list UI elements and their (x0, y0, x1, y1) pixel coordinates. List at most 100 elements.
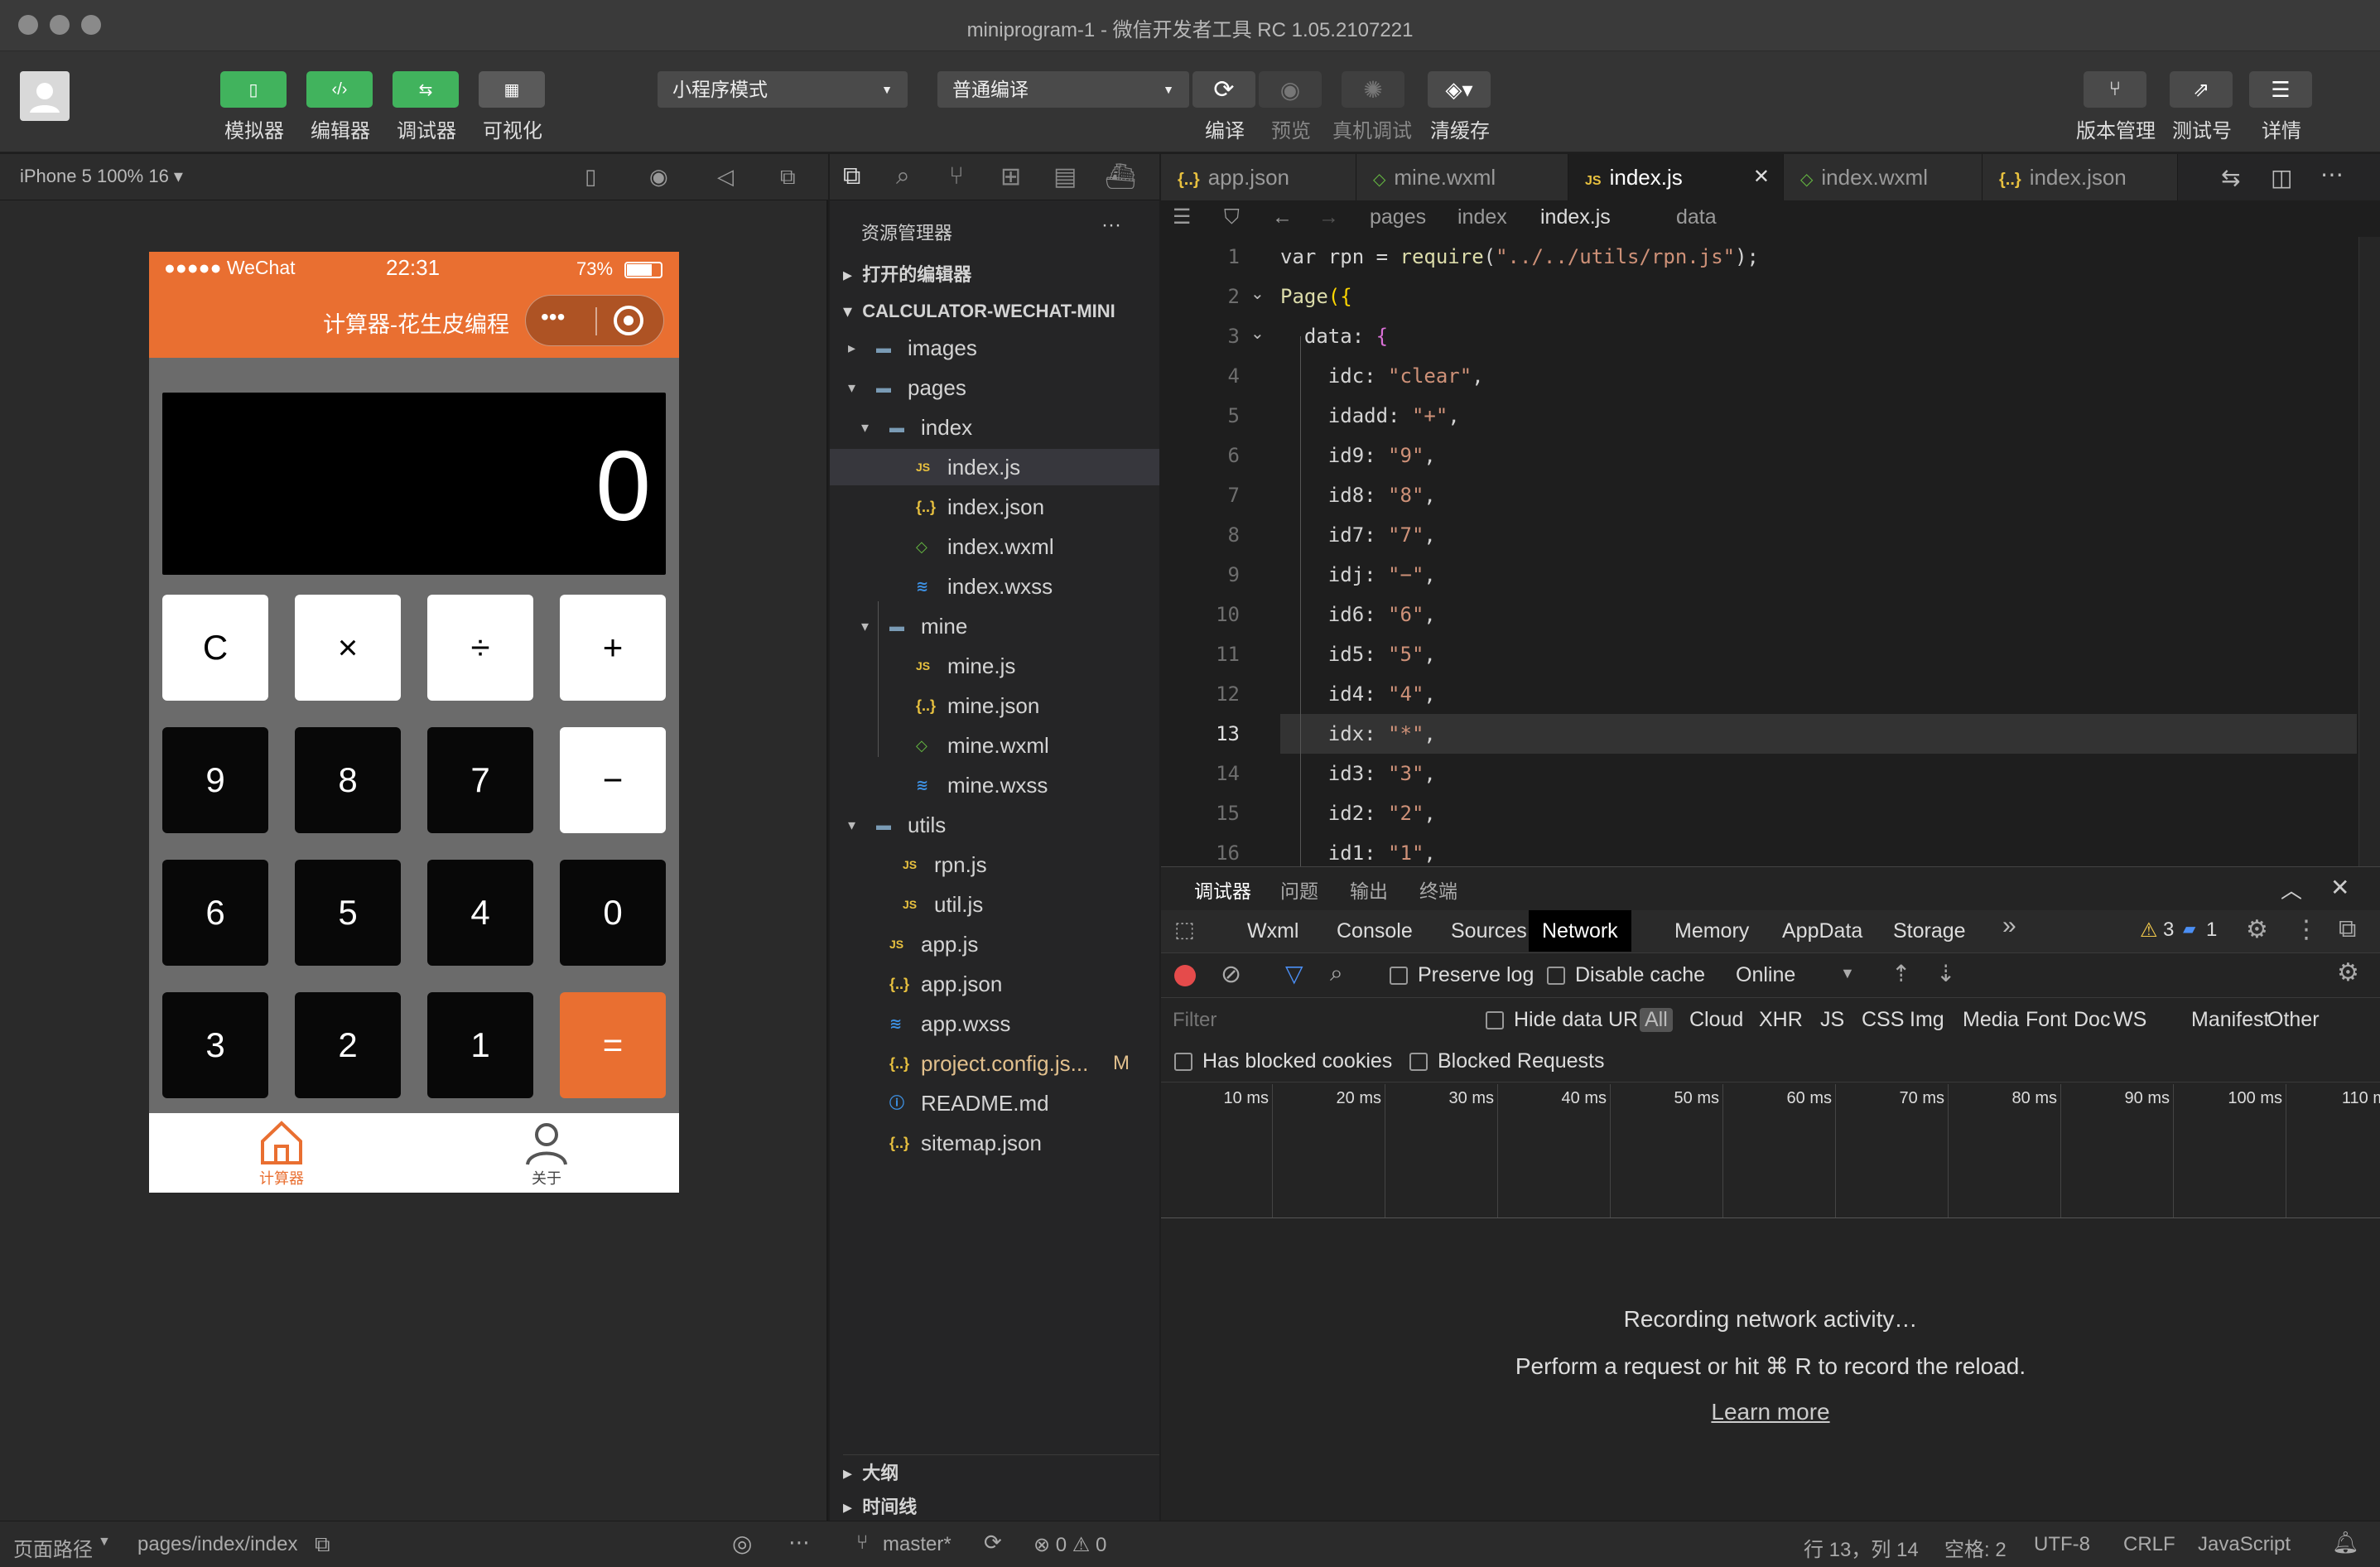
throttle-select[interactable]: Online (1736, 963, 1795, 987)
test-account-button[interactable]: ⇗ (2170, 71, 2233, 108)
cursor-position[interactable]: 行 13，列 14 (1804, 1533, 1919, 1562)
clear-icon[interactable]: ⊘ (1221, 960, 1241, 989)
remote-debug-button[interactable]: ✺ (1342, 71, 1404, 108)
devtools-tab[interactable]: Memory (1661, 910, 1762, 952)
throttle-chevron-icon[interactable]: ▼ (1840, 965, 1855, 982)
page-path-chevron-icon[interactable]: ▼ (98, 1535, 111, 1550)
indent-spaces[interactable]: 空格: 2 (1944, 1533, 2007, 1562)
open-editors-section[interactable]: ▸ 打开的编辑器 (843, 257, 971, 293)
learn-more-link[interactable]: Learn more (1161, 1399, 2380, 1425)
device-icon[interactable]: ▯ (585, 164, 596, 190)
editor-tab[interactable]: ◇ mine.wxml (1356, 154, 1568, 200)
outline-section[interactable]: ▸ 大纲 (843, 1454, 1159, 1491)
type-filter[interactable]: Cloud (1689, 1008, 1743, 1032)
chevron-icon[interactable]: ▾ (861, 409, 869, 446)
calc-key[interactable]: 4 (427, 860, 533, 966)
calc-key[interactable]: 8 (295, 727, 401, 833)
tree-item[interactable]: {..} app.json (830, 966, 1159, 1002)
toolbar-3-button[interactable]: ▦ (479, 71, 545, 108)
chevron-icon[interactable]: ▾ (848, 369, 855, 406)
file-encoding[interactable]: UTF-8 (2034, 1533, 2090, 1556)
version-button[interactable]: ⑂ (2084, 71, 2146, 108)
language-mode[interactable]: JavaScript (2198, 1533, 2291, 1556)
tree-item[interactable]: ▾ ▬ index (830, 409, 1159, 446)
type-filter[interactable]: Font (2026, 1008, 2067, 1032)
panel-tab[interactable]: 输出 (1350, 875, 1388, 904)
filter-icon[interactable]: ▽ (1285, 960, 1303, 987)
tab-about[interactable]: 关于 (505, 1118, 588, 1189)
list-icon[interactable]: ☰ (1173, 200, 1191, 234)
calc-key[interactable]: C (162, 595, 268, 701)
calc-key[interactable]: 0 (560, 860, 666, 966)
settings-icon[interactable]: ⚙ (2246, 915, 2268, 944)
type-filter[interactable]: Manifest (2191, 1008, 2269, 1032)
close-panel-icon[interactable]: ✕ (2330, 874, 2349, 901)
type-filter[interactable]: Img (1910, 1008, 1944, 1032)
type-filter[interactable]: JS (1820, 1008, 1844, 1032)
editor-tab[interactable]: ◇ index.wxml (1784, 154, 1983, 200)
type-filter[interactable]: CSS (1862, 1008, 1904, 1032)
type-filter[interactable]: XHR (1759, 1008, 1803, 1032)
tree-item[interactable]: JS index.js (830, 449, 1159, 485)
blocked-requests-checkbox[interactable] (1409, 1053, 1428, 1071)
tree-item[interactable]: ≋ mine.wxss (830, 767, 1159, 803)
toolbar-0-button[interactable]: ▯ (220, 71, 287, 108)
panel-tab[interactable]: 终端 (1419, 875, 1457, 904)
devtools-tab[interactable]: AppData (1769, 910, 1876, 952)
search-network-icon[interactable]: ⌕ (1330, 960, 1343, 987)
calc-key[interactable]: 5 (295, 860, 401, 966)
capsule-menu[interactable]: ••• (525, 295, 664, 346)
editor-more-icon[interactable]: ⋯ (2320, 161, 2344, 188)
has-blocked-cookies-checkbox[interactable] (1174, 1053, 1192, 1071)
chevron-icon[interactable]: ▾ (861, 608, 869, 644)
back-icon[interactable]: ← (1272, 200, 1293, 234)
toolbar-1-button[interactable]: ‹/› (306, 71, 373, 108)
type-filter[interactable]: Doc (2074, 1008, 2110, 1032)
preserve-log-checkbox[interactable] (1390, 967, 1408, 985)
close-tab-icon[interactable]: ✕ (1753, 154, 1770, 200)
calc-key[interactable]: 1 (427, 992, 533, 1098)
sync-icon[interactable]: ⟳ (984, 1530, 1002, 1555)
crumb-pages[interactable]: pages (1370, 200, 1426, 234)
crumb-index[interactable]: index (1457, 200, 1507, 234)
tree-item[interactable]: JS mine.js (830, 648, 1159, 684)
more-tabs-icon[interactable]: » (2002, 912, 2016, 940)
export-icon[interactable]: ⇣ (1936, 960, 1955, 987)
source-control-icon[interactable]: ⑂ (949, 162, 964, 190)
devtools-tab[interactable]: Console (1323, 910, 1426, 952)
kebab-icon[interactable]: ⋮ (2294, 915, 2319, 944)
editor-tab[interactable]: {..} index.json (1983, 154, 2178, 200)
tree-item[interactable]: {..} index.json (830, 489, 1159, 525)
panel-tab[interactable]: 调试器 (1194, 875, 1251, 912)
devtools-tab[interactable]: Network (1529, 910, 1631, 952)
details-button[interactable]: ☰ (2249, 71, 2312, 108)
type-filter[interactable]: All (1640, 1008, 1673, 1032)
chevron-icon[interactable]: ▾ (848, 807, 855, 843)
type-filter[interactable]: Media (1963, 1008, 2019, 1032)
forward-icon[interactable]: → (1318, 200, 1339, 234)
split-editor-icon[interactable]: ◫ (2271, 164, 2292, 191)
dock-icon[interactable]: ⧉ (2339, 915, 2356, 943)
toolbar-2-button[interactable]: ⇆ (393, 71, 459, 108)
calc-key[interactable]: 9 (162, 727, 268, 833)
calc-key[interactable]: 2 (295, 992, 401, 1098)
tree-item[interactable]: {..} mine.json (830, 687, 1159, 724)
files-icon[interactable]: ⧉ (843, 162, 860, 190)
extensions-icon[interactable]: ⊞ (1000, 162, 1021, 191)
message-icon[interactable]: ▰ (2183, 919, 2195, 939)
crumb-file[interactable]: index.js (1540, 200, 1611, 234)
line-ending[interactable]: CRLF (2123, 1533, 2175, 1556)
tab-calculator[interactable]: 计算器 (240, 1118, 323, 1189)
disable-cache-checkbox[interactable] (1547, 967, 1565, 985)
record-button[interactable] (1174, 965, 1196, 986)
fold-chevron-icon[interactable]: ⌄ (1250, 283, 1265, 304)
tree-item[interactable]: JS app.js (830, 926, 1159, 962)
calc-key[interactable]: 3 (162, 992, 268, 1098)
mode-select[interactable]: 小程序模式 ▼ (658, 71, 908, 108)
import-icon[interactable]: ⇡ (1891, 960, 1910, 987)
save-icon[interactable]: ▤ (1053, 162, 1077, 191)
calc-key[interactable]: 6 (162, 860, 268, 966)
collapse-panel-icon[interactable]: ︿ (2281, 874, 2302, 904)
tree-item[interactable]: ▸ ▬ images (830, 330, 1159, 366)
filter-input[interactable] (1168, 1005, 1471, 1036)
